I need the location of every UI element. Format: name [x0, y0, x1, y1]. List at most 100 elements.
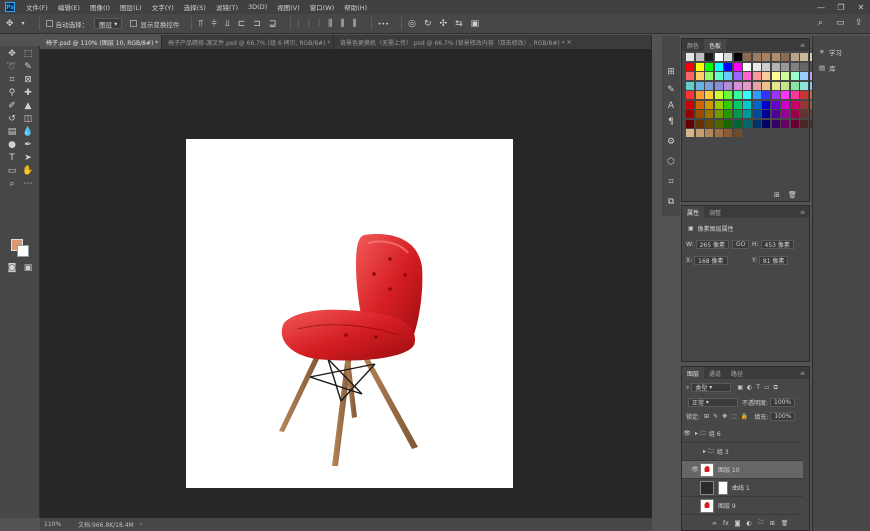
spot-healing-tool-icon[interactable]: ✚	[22, 87, 34, 99]
color-swatch[interactable]	[790, 119, 799, 128]
tab-paths[interactable]: 路径	[726, 367, 748, 379]
color-swatch[interactable]	[705, 100, 713, 109]
color-swatch[interactable]	[762, 110, 770, 118]
brush-tool-icon[interactable]: ✐	[6, 100, 18, 112]
3d-scale-icon[interactable]: ▣	[471, 19, 480, 29]
color-swatch[interactable]	[714, 62, 723, 71]
lasso-tool-icon[interactable]: ➰	[6, 61, 18, 73]
color-swatch[interactable]	[743, 100, 751, 109]
color-swatch[interactable]	[733, 81, 742, 90]
tab-layers[interactable]: 图层	[682, 367, 705, 379]
lock-paint-icon[interactable]: ✎	[713, 413, 718, 420]
color-swatch[interactable]	[790, 81, 799, 90]
align-top-icon[interactable]: ⫪	[198, 19, 203, 29]
align-right-icon[interactable]: ⊒	[269, 19, 277, 29]
color-swatch[interactable]	[733, 62, 742, 71]
tool-preset-chevron-icon[interactable]: ▾	[22, 20, 25, 27]
history-icon[interactable]: ⊞	[665, 66, 677, 78]
menu-filter[interactable]: 滤镜(T)	[211, 2, 243, 12]
color-swatch[interactable]	[705, 119, 713, 128]
color-swatch[interactable]	[752, 119, 761, 128]
align-center-icon[interactable]: ⊐	[253, 19, 261, 29]
color-swatch[interactable]	[695, 119, 704, 128]
lock-pixels-icon[interactable]: ⊞	[704, 413, 709, 420]
type-tool-icon[interactable]: T	[6, 152, 18, 164]
color-swatch[interactable]	[781, 72, 789, 80]
color-swatch[interactable]	[733, 110, 742, 118]
link-layers-icon[interactable]: ∞	[712, 520, 717, 527]
color-swatch[interactable]	[771, 53, 780, 61]
minimize-button[interactable]: —	[812, 0, 830, 14]
canvas-area[interactable]	[40, 49, 652, 518]
document-tab[interactable]: 椅子产品精修-源文件.psd @ 66.7% (组 6 拷贝, RGB/8#) …	[162, 35, 334, 49]
eyedropper-tool-icon[interactable]: ⚲	[6, 87, 18, 99]
color-swatch[interactable]	[705, 81, 713, 90]
color-swatch[interactable]	[733, 129, 742, 137]
color-swatch[interactable]	[752, 110, 761, 118]
color-swatch[interactable]	[781, 81, 789, 90]
fill-input[interactable]: 100%	[770, 412, 796, 421]
screen-mode-icon[interactable]: ▣	[22, 262, 34, 274]
color-swatch[interactable]	[743, 53, 751, 61]
menu-3d[interactable]: 3D(D)	[243, 3, 272, 11]
more-tools-icon[interactable]: ⋯	[22, 178, 34, 190]
pen-tool-icon[interactable]: ✒	[22, 139, 34, 151]
color-swatch[interactable]	[771, 81, 780, 90]
panel-menu-icon[interactable]: ≡	[800, 42, 805, 49]
color-swatch[interactable]	[714, 110, 723, 118]
brush-settings-icon[interactable]: ✎	[665, 84, 677, 96]
filter-type-icon[interactable]: T	[756, 384, 760, 391]
paragraph-icon[interactable]: ¶	[665, 116, 677, 128]
tool-presets-icon[interactable]: ⚙	[665, 136, 677, 148]
color-swatch[interactable]	[695, 62, 704, 71]
new-layer-icon[interactable]: ⊞	[770, 520, 775, 527]
distribute-bottom-icon[interactable]: ⫶	[318, 19, 320, 29]
color-swatch[interactable]	[714, 53, 723, 61]
x-input[interactable]: 168 像素	[694, 256, 728, 265]
color-swatch[interactable]	[781, 91, 789, 99]
document-canvas[interactable]	[186, 139, 513, 488]
color-swatch[interactable]	[771, 110, 780, 118]
visibility-eye-icon[interactable]: 👁	[690, 466, 700, 473]
add-mask-icon[interactable]: ◙	[735, 520, 741, 527]
menu-select[interactable]: 选择(S)	[179, 2, 211, 12]
color-swatch[interactable]	[790, 91, 799, 99]
color-swatch[interactable]	[762, 100, 770, 109]
color-swatch[interactable]	[790, 110, 799, 118]
menu-view[interactable]: 视图(V)	[272, 2, 305, 12]
color-swatch[interactable]	[695, 72, 704, 80]
color-swatch[interactable]	[781, 100, 789, 109]
zoom-tool-icon[interactable]: ⌕	[6, 178, 18, 190]
filter-type-dropdown[interactable]: 类型 ▾	[691, 383, 732, 392]
color-swatch[interactable]	[771, 119, 780, 128]
fx-icon[interactable]: fx	[723, 520, 729, 527]
menu-window[interactable]: 窗口(W)	[305, 2, 340, 12]
distribute-right-icon[interactable]: ⫼	[352, 19, 356, 29]
color-swatch[interactable]	[686, 119, 694, 128]
color-swatch[interactable]	[752, 81, 761, 90]
show-transform-checkbox[interactable]	[130, 20, 138, 27]
3d-pan-icon[interactable]: ✣	[440, 19, 448, 29]
opacity-input[interactable]: 100%	[770, 398, 796, 407]
color-swatch[interactable]	[695, 81, 704, 90]
color-swatch[interactable]	[743, 81, 751, 90]
dodge-tool-icon[interactable]: ●	[6, 139, 18, 151]
color-swatch[interactable]	[762, 62, 770, 71]
color-swatch[interactable]	[762, 72, 770, 80]
blend-mode-dropdown[interactable]: 正常 ▾	[688, 398, 738, 407]
distribute-left-icon[interactable]: ⫼	[328, 19, 332, 29]
color-swatch[interactable]	[714, 100, 723, 109]
menu-help[interactable]: 帮助(H)	[339, 2, 372, 12]
color-swatch[interactable]	[724, 119, 732, 128]
auto-select-checkbox[interactable]	[45, 20, 53, 27]
zoom-level[interactable]: 110%	[44, 521, 72, 528]
color-swatch[interactable]	[714, 81, 723, 90]
color-swatch[interactable]	[762, 91, 770, 99]
menu-layer[interactable]: 图层(L)	[115, 2, 147, 12]
marquee-tool-icon[interactable]: ⬚	[22, 48, 34, 60]
color-swatch[interactable]	[790, 100, 799, 109]
hand-tool-icon[interactable]: ✋	[22, 165, 34, 177]
layer-row[interactable]: 曲线 1	[682, 479, 803, 497]
search-icon[interactable]: ⌕	[818, 18, 823, 28]
color-swatch[interactable]	[724, 110, 732, 118]
